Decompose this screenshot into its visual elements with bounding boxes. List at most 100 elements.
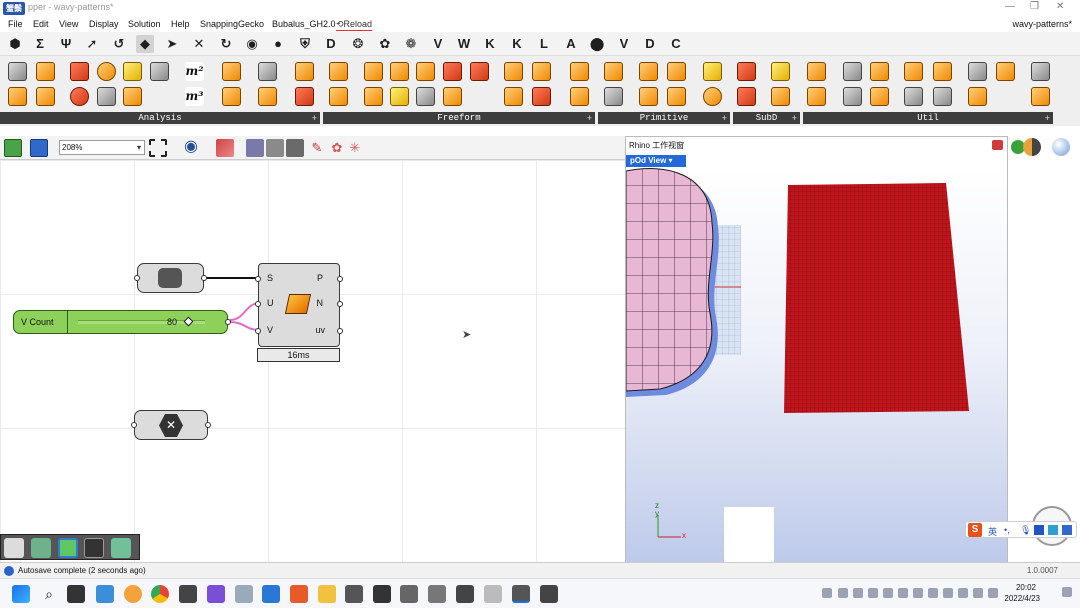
domain-box-icon[interactable]: [639, 87, 658, 106]
network-surface-icon[interactable]: [470, 62, 489, 81]
minimize-icon[interactable]: —: [1005, 1, 1015, 12]
copy-trim-icon[interactable]: [1031, 62, 1050, 81]
open-file-icon[interactable]: [4, 139, 22, 157]
tray-cloud-icon[interactable]: [913, 588, 923, 598]
clock-time[interactable]: 20:02: [1016, 583, 1036, 592]
output-uv-port[interactable]: [337, 328, 343, 334]
empty-param-output-port[interactable]: [205, 422, 211, 428]
untrim-icon[interactable]: [996, 62, 1015, 81]
face-icon[interactable]: [295, 87, 314, 106]
divide-surface-component[interactable]: S U V P N uv: [255, 263, 343, 347]
grid-icon[interactable]: [150, 62, 169, 81]
tray-battery-icon[interactable]: [988, 588, 998, 598]
tray-chevron-icon[interactable]: [822, 588, 832, 598]
cap-holes-icon[interactable]: [843, 62, 862, 81]
output-p-port[interactable]: [337, 276, 343, 282]
tab-shield-icon[interactable]: ⛨: [296, 35, 314, 53]
rhino-app-1-icon[interactable]: [345, 585, 363, 603]
grasshopper-app-icon-1[interactable]: [428, 585, 446, 603]
menu-display[interactable]: Display: [89, 19, 119, 29]
subd-fuse-icon[interactable]: [771, 62, 790, 81]
ime-punct-icon[interactable]: •,: [1004, 525, 1010, 535]
grasshopper-canvas[interactable]: S U V P N uv 16ms V Count 80 ✕ ➤: [0, 160, 625, 562]
search-icon[interactable]: ⌕: [40, 585, 58, 603]
menu-view[interactable]: View: [59, 19, 78, 29]
tab-vector-icon[interactable]: ➚: [83, 35, 101, 53]
task-view-icon[interactable]: [67, 585, 85, 603]
clock-date[interactable]: 2022/4/23: [1004, 594, 1040, 603]
ime-tools-icon[interactable]: [1062, 525, 1072, 535]
sweep-icon[interactable]: [570, 62, 589, 81]
notification-icon[interactable]: [1062, 587, 1072, 597]
grasshopper-app-icon-2[interactable]: [456, 585, 474, 603]
edges-from-icon[interactable]: [933, 87, 952, 106]
surface-closest-icon[interactable]: [123, 62, 142, 81]
rhino-3d-viewport[interactable]: z y x: [626, 167, 1007, 567]
view-tab[interactable]: pOd View ▾: [626, 155, 686, 167]
extrude-point-icon[interactable]: [532, 87, 551, 106]
tray-qq-icon[interactable]: [883, 588, 893, 598]
rhino-app-4-icon[interactable]: [540, 585, 558, 603]
rhino-active-icon[interactable]: [512, 585, 530, 603]
tab-weave-icon[interactable]: ❁: [402, 35, 420, 53]
sogou-logo[interactable]: S: [968, 523, 982, 537]
sphere-icon[interactable]: [703, 87, 722, 106]
brep-wire-icon[interactable]: [97, 62, 116, 81]
expand-util-icon[interactable]: +: [1045, 112, 1050, 124]
tray-mic-icon[interactable]: [928, 588, 938, 598]
brep-join-icon[interactable]: [870, 62, 889, 81]
tab-sets-icon[interactable]: Ψ: [57, 35, 75, 53]
sweep2-icon[interactable]: [570, 87, 589, 106]
expand-subd-icon[interactable]: +: [792, 112, 797, 124]
download-icon[interactable]: [4, 538, 24, 558]
edge-surface-icon[interactable]: [390, 62, 409, 81]
orange-app-icon[interactable]: [290, 585, 308, 603]
area-icon[interactable]: [8, 62, 27, 81]
torus-icon[interactable]: [70, 87, 89, 106]
bounding-box-icon[interactable]: [604, 62, 623, 81]
ribbon-label-primitive[interactable]: Primitive: [598, 112, 730, 124]
revolve-icon[interactable]: [364, 87, 383, 106]
tray-shield-icon[interactable]: [853, 588, 863, 598]
preview-eye-icon[interactable]: ◉: [182, 139, 200, 157]
preview-mode-3-icon[interactable]: [286, 139, 304, 157]
search-app-icon[interactable]: [124, 585, 142, 603]
ime-language[interactable]: 英: [988, 525, 997, 538]
tray-network-icon[interactable]: [958, 588, 968, 598]
deconstruct-icon[interactable]: [36, 87, 55, 106]
network-icon[interactable]: [8, 87, 27, 106]
ime-skin-icon[interactable]: [1048, 525, 1058, 535]
tab-w[interactable]: W: [455, 35, 473, 53]
empty-param-input-port[interactable]: [131, 422, 137, 428]
preview-mode-2-icon[interactable]: [266, 139, 284, 157]
surface-split-icon[interactable]: [968, 87, 987, 106]
box-2pt-icon[interactable]: [667, 87, 686, 106]
camera-icon[interactable]: [258, 62, 277, 81]
loft-icon[interactable]: [443, 62, 462, 81]
rhino-window-close-icon[interactable]: [992, 140, 1003, 150]
tab-intersect-icon[interactable]: ✕: [190, 35, 208, 53]
point-surface-icon[interactable]: [295, 62, 314, 81]
tab-a[interactable]: A: [562, 35, 580, 53]
retrim-icon[interactable]: [968, 62, 987, 81]
tab-kangaroo-icon[interactable]: ●: [269, 35, 287, 53]
tab-t-circle-icon[interactable]: ⬤: [588, 35, 606, 53]
flip-icon[interactable]: [843, 87, 862, 106]
rhino-app-2-icon[interactable]: [373, 585, 391, 603]
tab-transform-icon[interactable]: ↻: [217, 35, 235, 53]
tab-curve-icon[interactable]: ↺: [110, 35, 128, 53]
preview-off-icon[interactable]: ✳: [346, 139, 364, 157]
evaluate-icon[interactable]: [222, 62, 241, 81]
tab-maths-icon[interactable]: Σ: [31, 35, 49, 53]
preview-mode-1-icon[interactable]: [246, 139, 264, 157]
zoom-extents-icon[interactable]: [149, 139, 167, 157]
tab-mesh-icon[interactable]: ➤: [163, 35, 181, 53]
cylinder-icon[interactable]: [703, 62, 722, 81]
divide-domain-icon[interactable]: [1031, 87, 1050, 106]
shell-icon[interactable]: [258, 87, 277, 106]
tab-k-1[interactable]: K: [481, 35, 499, 53]
start-windows-icon[interactable]: [12, 585, 30, 603]
ime-keyboard-icon[interactable]: [1034, 525, 1044, 535]
3d-app-icon[interactable]: [235, 585, 253, 603]
monitor-app-icon[interactable]: [484, 585, 502, 603]
